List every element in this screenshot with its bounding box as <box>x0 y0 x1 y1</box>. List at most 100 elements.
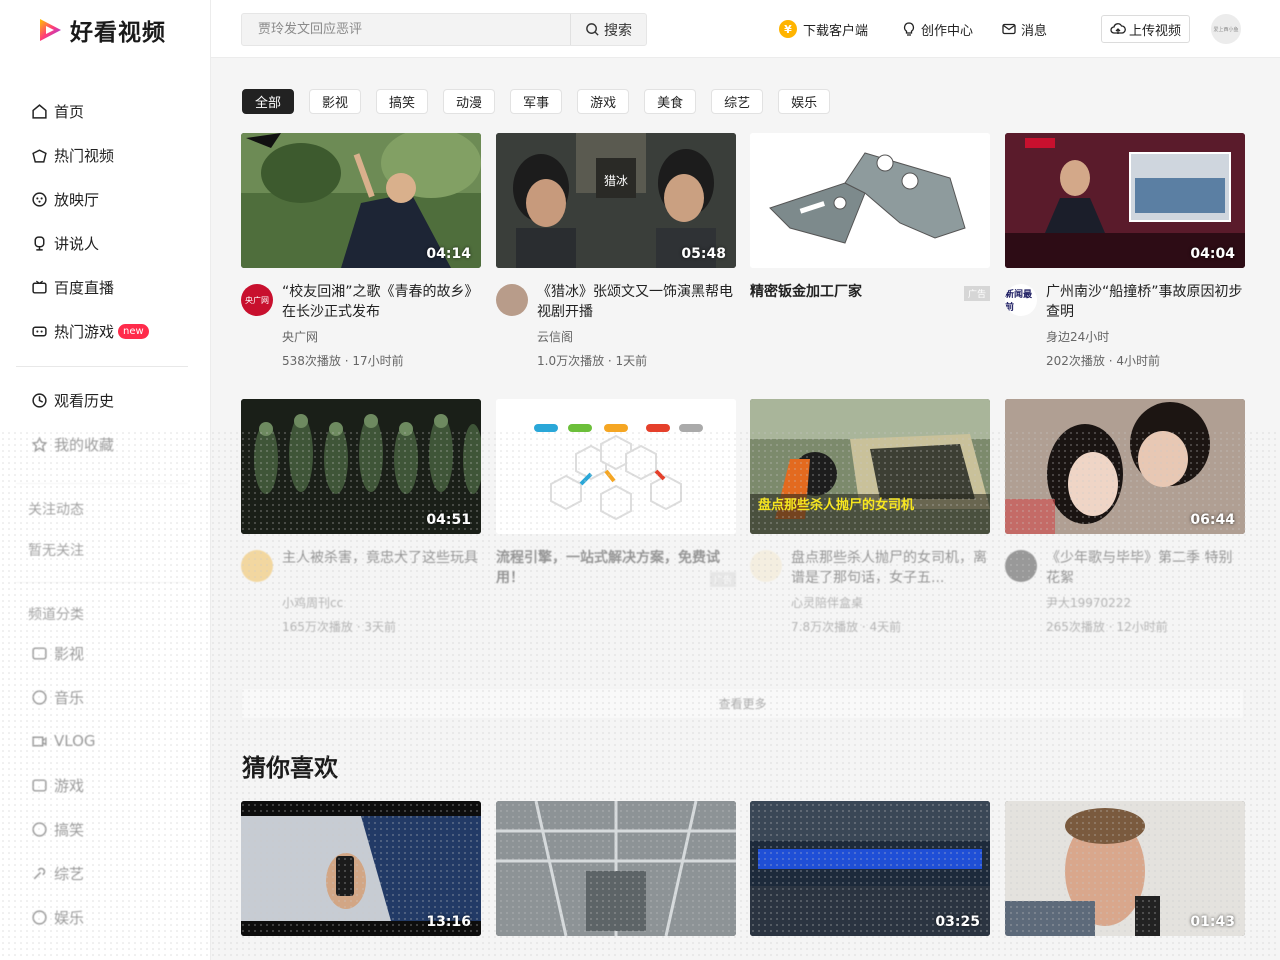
top-header: 搜索 ¥ 下载客户端 创作中心 消息 上传视频 爱上西小鱼 <box>211 0 1280 58</box>
tag-all[interactable]: 全部 <box>242 89 295 114</box>
channel-avatar[interactable] <box>496 284 528 316</box>
video-title[interactable]: “校友回湘”之歌《青春的故乡》在长沙正式发布 <box>282 282 481 322</box>
video-card[interactable]: 13:16 <box>241 801 481 936</box>
nav-label: 观看历史 <box>54 391 115 410</box>
video-card[interactable]: 猎冰 05:48 《猎冰》张颂文又一饰演黑帮电视剧开播 云信阁 1.0万次播放 … <box>496 133 736 369</box>
video-card[interactable]: 盘点那些杀人抛尸的女司机 盘点那些杀人抛尸的女司机，离谱是了那句话，女子五...… <box>750 399 990 635</box>
category-music[interactable]: 音乐 <box>16 675 188 719</box>
thumbnail-image: 盘点那些杀人抛尸的女司机 <box>750 399 990 534</box>
nav-favorites[interactable]: 我的收藏 <box>16 422 188 466</box>
ad-card[interactable]: 精密钣金加工厂家 广告 <box>750 133 990 322</box>
channel-avatar[interactable] <box>1005 550 1037 582</box>
video-title[interactable]: 《少年歌与毕毕》第二季 特别花絮 <box>1046 548 1245 588</box>
video-card[interactable]: 03:25 <box>750 801 990 936</box>
download-client-label: 下载客户端 <box>803 23 869 39</box>
category-tv[interactable]: 影视 <box>16 631 188 675</box>
tag-ent[interactable]: 娱乐 <box>778 89 831 114</box>
video-card[interactable]: 04:51 主人被杀害，竟忠犬了这些玩具 小鸡周刊cc 165万次播放 · 3天… <box>241 399 481 635</box>
nav-history[interactable]: 观看历史 <box>16 378 188 422</box>
creator-center-link[interactable]: 创作中心 <box>901 19 973 39</box>
video-card[interactable]: 06:44 《少年歌与毕毕》第二季 特别花絮 尹大19970222 265次播放… <box>1005 399 1245 635</box>
brand-logo[interactable]: 好看视频 <box>36 13 166 47</box>
category-game[interactable]: 游戏 <box>16 763 188 807</box>
video-thumbnail[interactable]: 06:44 <box>1005 399 1245 534</box>
search-box: 搜索 <box>241 13 647 46</box>
video-thumbnail[interactable]: 03:25 <box>750 801 990 936</box>
ad-badge[interactable]: 广告 <box>963 286 990 301</box>
search-button[interactable]: 搜索 <box>570 14 646 45</box>
category-label: 影视 <box>54 644 85 663</box>
video-duration: 01:43 <box>1190 914 1235 930</box>
video-title[interactable]: 盘点那些杀人抛尸的女司机，离谱是了那句话，女子五... <box>791 548 990 588</box>
upload-video-button[interactable]: 上传视频 <box>1101 15 1190 43</box>
category-ent[interactable]: 娱乐 <box>16 895 188 939</box>
video-thumbnail[interactable]: 04:14 <box>241 133 481 268</box>
video-card[interactable]: 04:14 央广网 “校友回湘”之歌《青春的故乡》在长沙正式发布 央广网 538… <box>241 133 481 369</box>
video-thumbnail[interactable]: 猎冰 05:48 <box>496 133 736 268</box>
nav-games[interactable]: 热门游戏 new <box>16 309 188 353</box>
load-more-button[interactable]: 查看更多 <box>241 688 1244 719</box>
speaker-icon <box>30 234 48 252</box>
channel-avatar[interactable]: 央广网 <box>241 284 273 316</box>
tag-military[interactable]: 军事 <box>510 89 563 114</box>
channel-name[interactable]: 身边24小时 <box>1046 328 1245 345</box>
video-thumbnail[interactable] <box>496 399 736 534</box>
video-thumbnail[interactable]: 04:04 <box>1005 133 1245 268</box>
channel-avatar[interactable]: 新闻最前 <box>1005 284 1037 316</box>
category-variety[interactable]: 综艺 <box>16 851 188 895</box>
channel-name[interactable]: 云信阁 <box>537 328 736 345</box>
tag-anime[interactable]: 动漫 <box>443 89 496 114</box>
messages-link[interactable]: 消息 <box>1001 19 1047 39</box>
video-title[interactable]: 《猎冰》张颂文又一饰演黑帮电视剧开播 <box>537 282 736 322</box>
tag-food[interactable]: 美食 <box>644 89 697 114</box>
category-vlog[interactable]: VLOG <box>16 719 188 763</box>
download-client-link[interactable]: ¥ 下载客户端 <box>779 19 868 39</box>
nav-live[interactable]: 百度直播 <box>16 265 188 309</box>
ad-title[interactable]: 精密钣金加工厂家 <box>750 282 990 322</box>
coin-icon: ¥ <box>779 20 797 38</box>
nav-theater[interactable]: 放映厅 <box>16 177 188 221</box>
channel-avatar[interactable] <box>750 550 782 582</box>
video-thumbnail[interactable]: 13:16 <box>241 801 481 936</box>
nav-hot[interactable]: 热门视频 <box>16 133 188 177</box>
video-title[interactable]: 广州南沙“船撞桥”事故原因初步查明 <box>1046 282 1245 322</box>
video-card[interactable] <box>496 801 736 936</box>
follow-title: 关注动态 <box>28 502 84 518</box>
video-thumbnail[interactable] <box>750 133 990 268</box>
channel-name[interactable]: 央广网 <box>282 328 481 345</box>
new-badge: new <box>118 323 149 339</box>
user-avatar[interactable]: 爱上西小鱼 <box>1211 14 1241 44</box>
live-icon <box>30 278 48 296</box>
thumbnail-image <box>496 801 736 936</box>
messages-label: 消息 <box>1021 23 1048 39</box>
category-funny[interactable]: 搞笑 <box>16 807 188 851</box>
tag-funny[interactable]: 搞笑 <box>376 89 429 114</box>
nav-speaker[interactable]: 讲说人 <box>16 221 188 265</box>
video-thumbnail[interactable] <box>496 801 736 936</box>
video-title[interactable]: 主人被杀害，竟忠犬了这些玩具 <box>282 548 481 588</box>
ad-title[interactable]: 流程引擎，一站式解决方案，免费试用！ <box>496 548 736 588</box>
star-icon <box>30 435 48 453</box>
nav-home[interactable]: 首页 <box>16 89 188 133</box>
video-thumbnail[interactable]: 盘点那些杀人抛尸的女司机 <box>750 399 990 534</box>
channel-name[interactable]: 尹大19970222 <box>1046 594 1245 611</box>
video-card[interactable]: 01:43 <box>1005 801 1245 936</box>
channel-name[interactable]: 小鸡周刊cc <box>282 594 481 611</box>
video-thumbnail[interactable]: 01:43 <box>1005 801 1245 936</box>
video-stats: 265次播放 · 12小时前 <box>1046 620 1168 634</box>
video-card[interactable]: 04:04 新闻最前 广州南沙“船撞桥”事故原因初步查明 身边24小时 202次… <box>1005 133 1245 369</box>
tag-movie[interactable]: 影视 <box>309 89 362 114</box>
sidebar: 好看视频 首页 热门视频 放映厅 讲说人 百度直播 热门游戏 new 观看历史 … <box>0 0 211 960</box>
ad-card[interactable]: 流程引擎，一站式解决方案，免费试用！ 广告 <box>496 399 736 588</box>
channel-avatar[interactable] <box>241 550 273 582</box>
follow-empty: 暂无关注 <box>28 543 84 559</box>
nav-label: 放映厅 <box>54 190 100 209</box>
tag-variety[interactable]: 综艺 <box>711 89 764 114</box>
video-thumbnail[interactable]: 04:51 <box>241 399 481 534</box>
tag-game[interactable]: 游戏 <box>577 89 630 114</box>
channel-name[interactable]: 心灵陪伴盒桌 <box>791 594 990 611</box>
video-duration: 04:04 <box>1190 246 1235 262</box>
search-input[interactable] <box>242 14 572 45</box>
section-title-recommended: 猜你喜欢 <box>242 754 338 782</box>
ad-badge[interactable]: 广告 <box>709 572 736 587</box>
